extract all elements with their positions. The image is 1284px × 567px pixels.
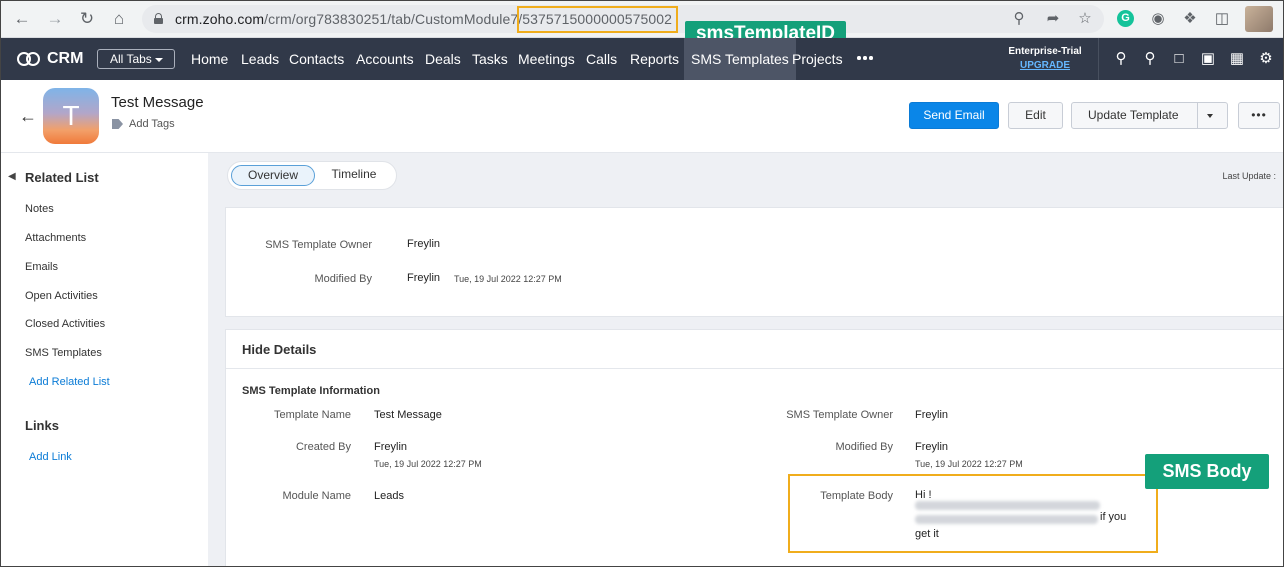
created-time: Tue, 19 Jul 2022 12:27 PM: [374, 459, 482, 469]
last-update: Last Update :: [1222, 171, 1276, 181]
add-related-list-link[interactable]: Add Related List: [29, 376, 110, 388]
more-actions-button[interactable]: •••: [1238, 102, 1280, 129]
tab-deals[interactable]: Deals: [425, 38, 461, 80]
more-tabs-icon[interactable]: [857, 56, 875, 60]
related-list-sidebar: ◀ Related List Notes Attachments Emails …: [0, 153, 208, 567]
created-by-value: Freylin: [374, 441, 408, 453]
tab-home[interactable]: Home: [191, 38, 228, 80]
create-new-icon[interactable]: □: [1169, 49, 1189, 69]
tab-timeline[interactable]: Timeline: [316, 165, 392, 186]
add-tags-link[interactable]: Add Tags: [129, 118, 175, 130]
sms-body-highlight: [788, 474, 1158, 553]
update-template-label: Update Template: [1088, 108, 1179, 122]
extensions-puzzle-icon[interactable]: ❖: [1180, 9, 1200, 29]
notifications-bell-icon[interactable]: ⚲: [1140, 49, 1160, 69]
nav-divider: [1098, 38, 1099, 80]
back-arrow-icon[interactable]: ←: [19, 106, 37, 126]
marketplace-icon[interactable]: ▦: [1227, 49, 1247, 69]
record-header: ← T Test Message Add Tags Send Email Edi…: [0, 80, 1284, 153]
camera-extension-icon[interactable]: ◉: [1148, 9, 1168, 29]
tag-icon: [112, 119, 123, 129]
module-name-label: Module Name: [282, 490, 351, 502]
crm-brand: CRM: [47, 50, 84, 67]
view-toggle: Overview Timeline: [227, 161, 397, 190]
chevron-down-icon[interactable]: [1207, 114, 1213, 118]
crm-top-nav: CRM All Tabs Home Leads Contacts Account…: [0, 38, 1284, 80]
summary-modified-label: Modified By: [314, 273, 372, 285]
links-heading: Links: [25, 418, 59, 433]
tab-calls[interactable]: Calls: [586, 38, 617, 80]
record-avatar: T: [43, 88, 99, 144]
created-by-label: Created By: [295, 441, 351, 453]
related-item-sms-templates[interactable]: SMS Templates: [25, 347, 102, 359]
send-email-button[interactable]: Send Email: [909, 102, 999, 129]
upgrade-link[interactable]: UPGRADE: [1005, 60, 1085, 72]
template-name-label: Template Name: [273, 409, 351, 421]
url-host: crm.zoho.com: [175, 11, 265, 27]
forward-icon[interactable]: →: [45, 9, 65, 29]
related-item-closed-activities[interactable]: Closed Activities: [25, 318, 105, 330]
template-id-highlight: [517, 6, 678, 33]
section-title: SMS Template Information: [242, 385, 380, 397]
template-name-value: Test Message: [374, 409, 442, 421]
all-tabs-label: All Tabs: [110, 52, 152, 66]
collapse-sidebar-icon[interactable]: ◀: [8, 171, 16, 182]
related-item-emails[interactable]: Emails: [25, 261, 58, 273]
tab-meetings[interactable]: Meetings: [518, 38, 575, 80]
update-template-button[interactable]: Update Template: [1071, 102, 1228, 129]
back-icon[interactable]: ←: [12, 9, 32, 29]
details-modified-label: Modified By: [835, 441, 893, 453]
summary-owner-label: SMS Template Owner: [265, 239, 372, 251]
divider: [226, 368, 1283, 369]
related-item-open-activities[interactable]: Open Activities: [25, 290, 98, 302]
chevron-down-icon: [155, 58, 163, 62]
summary-owner-value[interactable]: Freylin: [407, 238, 440, 250]
tab-overview[interactable]: Overview: [231, 165, 315, 186]
tab-contacts[interactable]: Contacts: [289, 38, 344, 80]
edition-label: Enterprise-Trial: [1008, 46, 1082, 57]
zoom-icon[interactable]: ⚲: [1010, 10, 1028, 28]
tab-tasks[interactable]: Tasks: [472, 38, 508, 80]
settings-gear-icon[interactable]: ⚙: [1256, 49, 1276, 69]
details-modified-value: Freylin: [915, 441, 949, 453]
tab-leads[interactable]: Leads: [241, 38, 279, 80]
summary-card: SMS Template Owner Freylin Modified By F…: [225, 207, 1284, 317]
related-list-heading: Related List: [25, 170, 99, 185]
trial-info: Enterprise-Trial UPGRADE: [1005, 46, 1085, 72]
record-title: Test Message: [111, 94, 204, 111]
summary-modified-time: Tue, 19 Jul 2022 12:27 PM: [454, 274, 562, 284]
bookmark-star-icon[interactable]: ☆: [1076, 10, 1094, 28]
reload-icon[interactable]: ↻: [77, 9, 97, 29]
url-path: /crm/org783830251/tab/CustomModule7/: [264, 11, 523, 27]
share-icon[interactable]: ➦: [1044, 10, 1062, 28]
tab-accounts[interactable]: Accounts: [356, 38, 414, 80]
details-owner-value[interactable]: Freylin: [915, 409, 948, 421]
sms-body-callout: SMS Body: [1145, 454, 1269, 489]
details-modified-time: Tue, 19 Jul 2022 12:27 PM: [915, 459, 1023, 469]
module-name-value: Leads: [374, 490, 404, 502]
grammarly-extension-icon[interactable]: G: [1117, 10, 1134, 27]
lock-icon: [154, 13, 163, 24]
summary-modified-value: Freylin: [407, 272, 441, 284]
calendar-icon[interactable]: ▣: [1198, 49, 1218, 69]
add-link-link[interactable]: Add Link: [29, 451, 72, 463]
tab-reports[interactable]: Reports: [630, 38, 679, 80]
all-tabs-dropdown[interactable]: All Tabs: [97, 49, 175, 69]
profile-avatar[interactable]: [1245, 6, 1273, 32]
tab-sms-templates[interactable]: SMS Templates: [684, 38, 796, 80]
edit-button[interactable]: Edit: [1008, 102, 1063, 129]
details-owner-label: SMS Template Owner: [786, 409, 893, 421]
hide-details-toggle[interactable]: Hide Details: [242, 342, 316, 357]
related-item-notes[interactable]: Notes: [25, 203, 54, 215]
tab-projects[interactable]: Projects: [792, 38, 843, 80]
search-icon[interactable]: ⚲: [1111, 49, 1131, 69]
related-item-attachments[interactable]: Attachments: [25, 232, 86, 244]
side-panel-icon[interactable]: ◫: [1212, 9, 1232, 29]
home-icon[interactable]: ⌂: [109, 9, 129, 29]
split-divider: [1197, 102, 1198, 129]
crm-logo-icon: [17, 52, 41, 66]
